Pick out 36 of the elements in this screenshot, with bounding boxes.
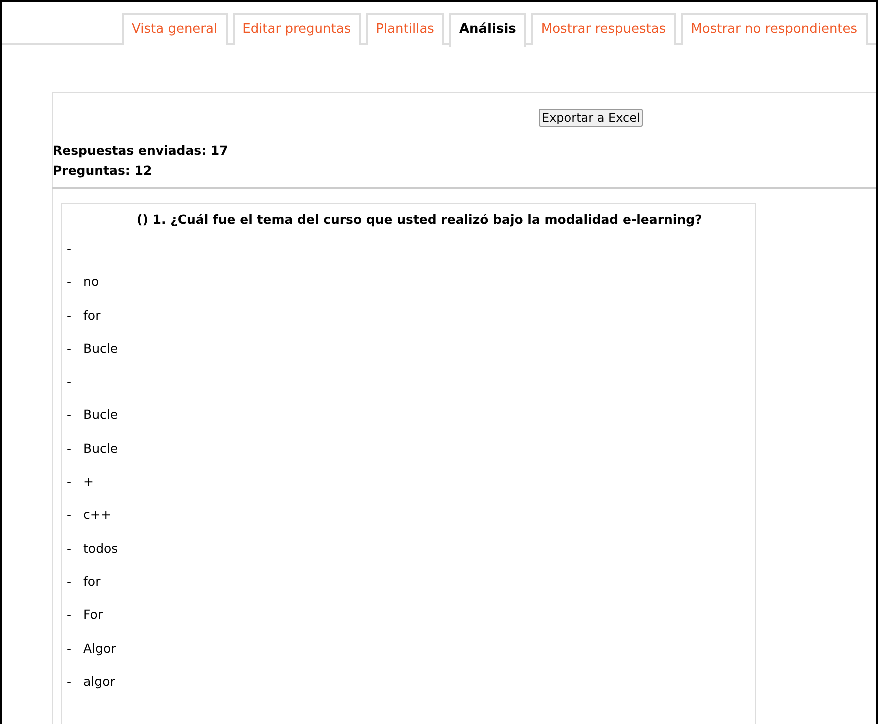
question-title: () 1. ¿Cuál fue el tema del curso que usted realizó bajo la modalidad e-learning?	[136, 211, 704, 227]
dash: -	[67, 340, 72, 358]
dash: -	[67, 374, 72, 392]
dash: -	[67, 674, 72, 691]
tab[interactable]: Vista general	[122, 13, 228, 45]
stat-text: Respuestas enviadas: 17	[53, 142, 230, 160]
tab[interactable]: Análisis	[449, 13, 526, 47]
answer-text: Bucle	[84, 407, 118, 424]
dash: -	[67, 574, 72, 591]
tab[interactable]: Mostrar respuestas	[531, 13, 676, 45]
tab[interactable]: Plantillas	[366, 13, 444, 45]
dash: -	[67, 440, 72, 458]
dash: -	[67, 607, 72, 624]
dash: -	[67, 474, 72, 492]
answer-text: For	[84, 607, 104, 624]
answer-text: c++	[84, 507, 112, 524]
dash: -	[67, 407, 72, 424]
dash: -	[67, 507, 72, 524]
answer-text: Bucle	[84, 440, 118, 458]
tab[interactable]: Editar preguntas	[232, 13, 362, 45]
dash: -	[67, 540, 72, 558]
tab[interactable]: Mostrar no respondientes	[681, 13, 868, 45]
dash: -	[67, 308, 72, 325]
dash: -	[67, 274, 72, 292]
answer-text: algor	[84, 674, 116, 691]
answer-text: +	[84, 474, 94, 492]
dash: -	[67, 640, 72, 658]
answer-text: todos	[84, 540, 118, 558]
answer-text: for	[84, 308, 101, 325]
answer-text: no	[84, 274, 100, 292]
answer-text: Algor	[84, 640, 116, 658]
answer-text: for	[84, 574, 101, 591]
stat-text: Preguntas: 12	[53, 162, 154, 180]
export-button[interactable]: Exportar a Excel	[539, 109, 644, 127]
answer-text: Bucle	[84, 340, 118, 358]
dash: -	[67, 241, 72, 258]
